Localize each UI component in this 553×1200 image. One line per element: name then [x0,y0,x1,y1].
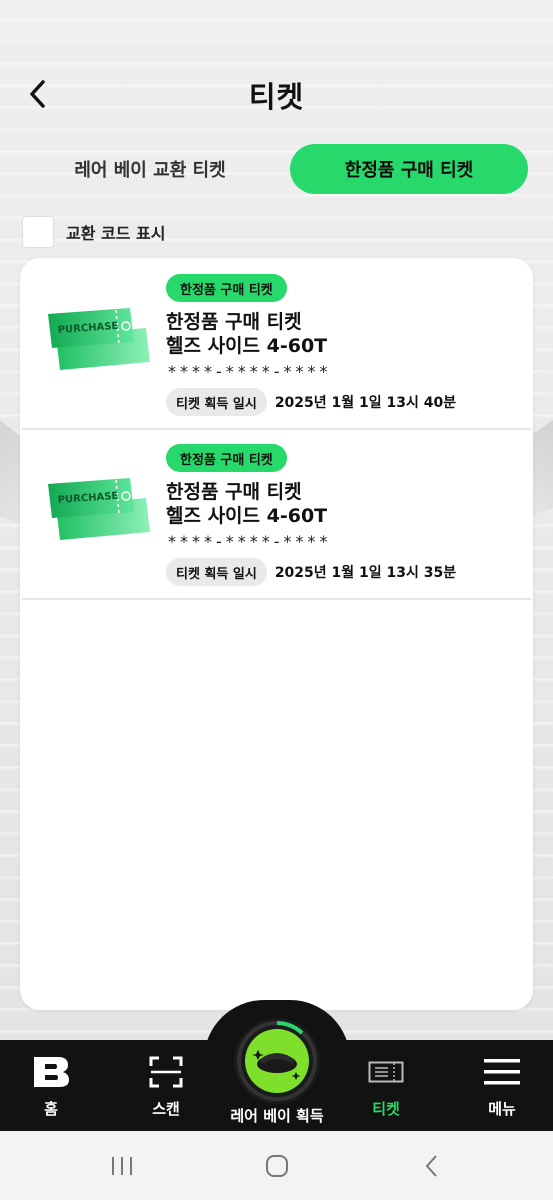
tab-limited-purchase[interactable]: 한정품 구매 티켓 [290,144,528,194]
ticket-code: ****-****-**** [168,362,332,381]
scan-icon [149,1056,183,1088]
ticket-title: 한정품 구매 티켓 [166,481,302,503]
ticket-acquired-label: 티켓 획득 일시 [166,558,267,586]
recent-apps-button[interactable] [102,1149,142,1183]
nav-ticket-label: 티켓 [372,1100,400,1118]
ticket-item[interactable]: PURCHASE 한정품 구매 티켓 한정품 구매 티켓 헬즈 사이드 4-60… [22,258,531,430]
ticket-acquired-date: 2025년 1월 1일 13시 35분 [274,565,457,581]
ticket-list-card: PURCHASE 한정품 구매 티켓 한정품 구매 티켓 헬즈 사이드 4-60… [20,258,533,1010]
system-back-button[interactable] [412,1149,452,1183]
nav-menu-label: 메뉴 [488,1100,516,1118]
home-b-icon [34,1057,69,1087]
page-title: 티켓 [248,80,305,114]
nav-scan[interactable]: 스캔 [136,1040,196,1131]
ticket-acquired-date: 2025년 1월 1일 13시 40분 [274,395,457,411]
ticket-tabs: 레어 베이 교환 티켓 한정품 구매 티켓 [22,144,528,196]
nav-home[interactable]: 홈 [20,1040,82,1131]
recent-apps-icon [112,1157,132,1175]
nav-menu[interactable]: 메뉴 [472,1040,532,1131]
ticket-code: ****-****-**** [168,532,332,551]
system-back-icon [425,1155,437,1177]
ticket-badge: 한정품 구매 티켓 [166,274,287,302]
nav-scan-label: 스캔 [152,1100,180,1118]
show-code-checkbox[interactable] [22,216,54,248]
ticket-item[interactable]: PURCHASE 한정품 구매 티켓 한정품 구매 티켓 헬즈 사이드 4-60… [22,428,531,600]
ticket-item-name: 헬즈 사이드 4-60T [166,505,328,527]
ticket-icon [368,1061,404,1083]
ticket-badge: 한정품 구매 티켓 [166,444,287,472]
header: 티켓 [0,60,553,124]
ticket-purchase-icon: PURCHASE [48,308,150,370]
home-circle-icon [266,1155,288,1177]
rare-bay-label: 레어 베이 획득 [230,1107,324,1125]
ticket-meta: 티켓 획득 일시 2025년 1월 1일 13시 40분 [166,388,456,416]
nav-ticket[interactable]: 티켓 [358,1040,414,1131]
ticket-acquired-label: 티켓 획득 일시 [166,388,267,416]
rare-bay-icon [237,1021,317,1101]
show-code-label: 교환 코드 표시 [66,224,166,243]
ticket-item-name: 헬즈 사이드 4-60T [166,335,328,357]
rare-bay-button[interactable] [234,1018,320,1104]
menu-icon [484,1059,520,1085]
ticket-title: 한정품 구매 티켓 [166,311,302,333]
ticket-meta: 티켓 획득 일시 2025년 1월 1일 13시 35분 [166,558,456,586]
tab-rare-bay-exchange[interactable]: 레어 베이 교환 티켓 [22,144,278,194]
nav-home-label: 홈 [44,1100,58,1118]
show-code-toggle: 교환 코드 표시 [22,216,165,248]
ticket-purchase-icon: PURCHASE [48,478,150,540]
home-system-button[interactable] [257,1149,297,1183]
system-navigation-bar [0,1131,553,1200]
